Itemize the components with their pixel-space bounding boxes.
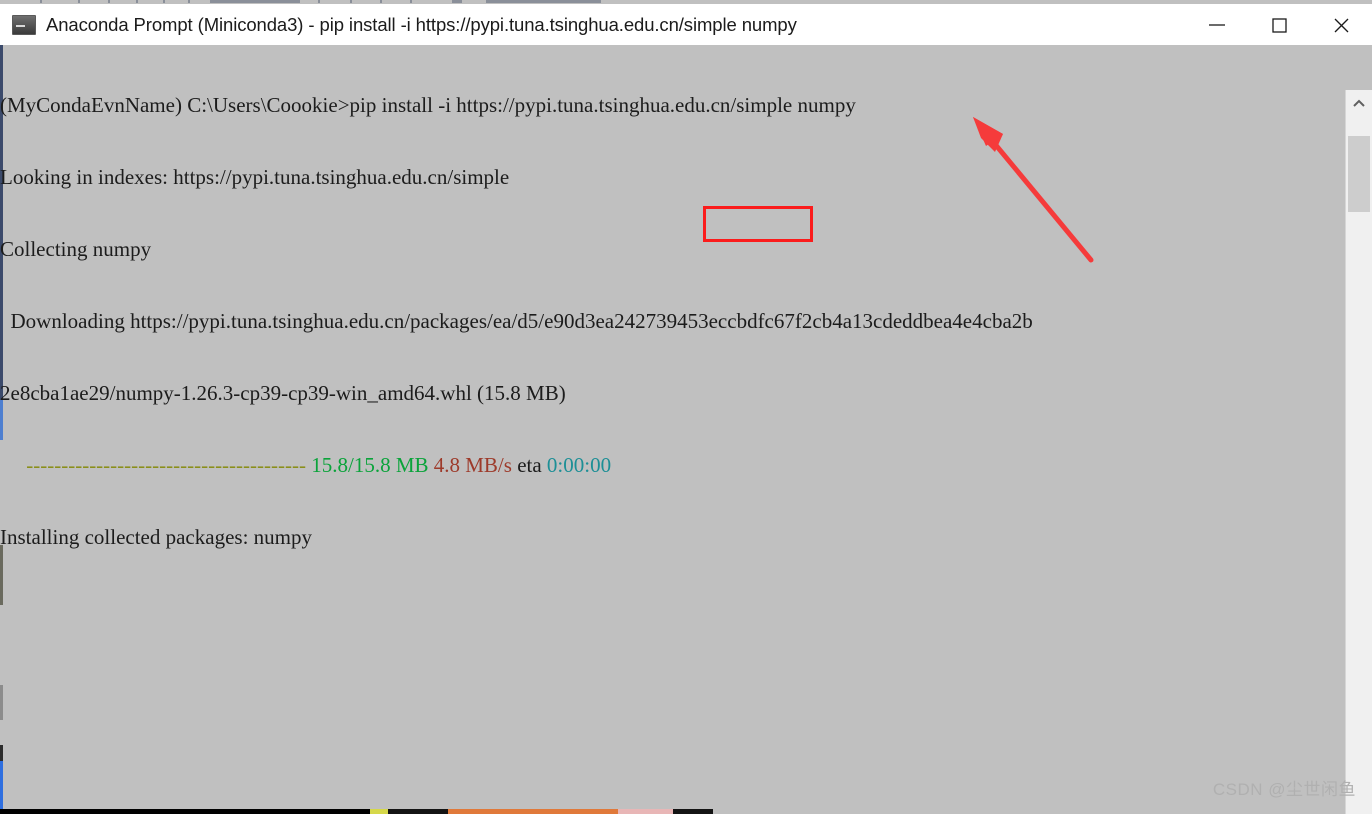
terminal-line-downloading-wrap: 2e8cba1ae29/numpy-1.26.3-cp39-cp39-win_a… <box>0 381 1345 405</box>
terminal-line-collecting: Collecting numpy <box>0 237 1345 261</box>
window-title: Anaconda Prompt (Miniconda3) - pip insta… <box>46 13 797 35</box>
background-window-artifacts-bottom <box>0 809 1372 814</box>
eta-label: eta <box>511 453 547 477</box>
download-size-text: 15.8/15.8 MB <box>311 453 429 477</box>
terminal-line-installing: Installing collected packages: numpy <box>0 525 1345 549</box>
terminal-segment: Downloading https://pypi.tuna.tsinghua.e… <box>0 309 1033 333</box>
terminal-segment: Looking in indexes: https://pypi.tuna.ts… <box>0 165 510 189</box>
window-titlebar[interactable]: Anaconda Prompt (Miniconda3) - pip insta… <box>0 4 1372 46</box>
maximize-button[interactable] <box>1248 4 1310 45</box>
terminal-text: (MyCondaEvnName) C:\Users\Coookie>pip in… <box>0 45 1345 597</box>
console-output-area[interactable]: (MyCondaEvnName) C:\Users\Coookie>pip in… <box>0 45 1372 814</box>
terminal-segment: (MyCondaEvnName) C:\Users\Coookie>pip in… <box>0 93 856 117</box>
terminal-segment: Installing collected packages: numpy <box>0 525 312 549</box>
window-controls <box>1186 4 1372 45</box>
download-speed-text: 4.8 MB/s <box>433 453 512 477</box>
eta-value: 0:00:00 <box>546 453 612 477</box>
terminal-segment-indent <box>0 453 26 477</box>
minimize-button[interactable] <box>1186 4 1248 45</box>
progress-bar-dashes: ---------------------------------------- <box>26 453 312 477</box>
terminal-line-looking-in-indexes: Looking in indexes: https://pypi.tuna.ts… <box>0 165 1345 189</box>
close-button[interactable] <box>1310 4 1372 45</box>
terminal-line-downloading: Downloading https://pypi.tuna.tsinghua.e… <box>0 309 1345 333</box>
terminal-line-progress: ----------------------------------------… <box>0 453 1345 477</box>
terminal-segment: 2e8cba1ae29/numpy-1.26.3-cp39-cp39-win_a… <box>0 381 566 405</box>
console-window-icon <box>12 14 36 35</box>
terminal-segment: Collecting numpy <box>0 237 152 261</box>
scrollbar-thumb[interactable] <box>1348 136 1370 212</box>
scrollbar-up-button[interactable] <box>1346 90 1372 118</box>
chevron-up-icon <box>1353 99 1365 107</box>
screen-root: Anaconda Prompt (Miniconda3) - pip insta… <box>0 0 1372 814</box>
csdn-watermark: CSDN @尘世闲鱼 <box>1212 780 1356 799</box>
vertical-scrollbar[interactable] <box>1345 90 1372 814</box>
terminal-line-prompt: (MyCondaEvnName) C:\Users\Coookie>pip in… <box>0 93 1345 117</box>
